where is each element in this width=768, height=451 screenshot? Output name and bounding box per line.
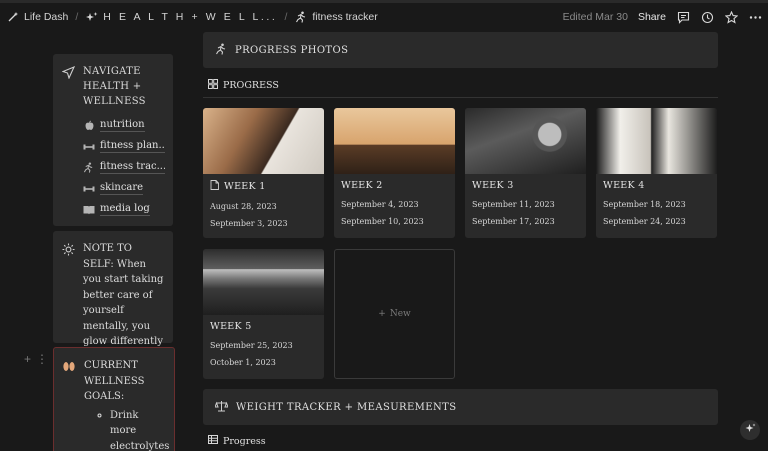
nav-item-fitness-tracker[interactable]: fitness trac...	[83, 157, 165, 178]
runner-icon	[294, 10, 308, 24]
card-start-date: September 25, 2023	[210, 341, 293, 350]
card-end-date: October 1, 2023	[210, 358, 276, 367]
card-end-date: September 10, 2023	[341, 217, 424, 226]
goal-item[interactable]: Drink more electrolytes	[110, 408, 169, 451]
add-block-icon[interactable]: +	[24, 352, 31, 366]
card-title: WEEK 3	[472, 180, 514, 191]
breadcrumb-health-label: H E A L T H + W E L L...	[103, 11, 278, 23]
nav-item-media-log[interactable]: media log	[83, 199, 165, 220]
dumbbell-icon	[83, 184, 95, 194]
note-to-self-callout: NOTE TO SELF: When you start taking bett…	[53, 231, 173, 347]
card-end-date: September 24, 2023	[603, 217, 686, 226]
comment-icon[interactable]	[676, 10, 690, 24]
progress-photos-title: PROGRESS PHOTOS	[235, 44, 349, 56]
gallery-view-tab[interactable]: PROGRESS	[208, 79, 279, 92]
sparkle-wand-icon	[6, 10, 20, 24]
weight-tracker-title: WEIGHT TRACKER + MEASUREMENTS	[236, 401, 457, 413]
nav-item-nutrition[interactable]: nutrition	[83, 115, 165, 136]
card-title: WEEK 2	[341, 180, 383, 191]
progress-photo	[334, 108, 455, 174]
nav-item-fitness-plan[interactable]: fitness plan...	[83, 136, 165, 157]
breadcrumb-health[interactable]: H E A L T H + W E L L...	[85, 10, 277, 24]
sparkles-icon	[85, 10, 99, 24]
nav-list: nutrition fitness plan... fitness trac..…	[61, 115, 165, 220]
page-icon	[210, 180, 219, 193]
card-end-date: September 17, 2023	[472, 217, 555, 226]
gallery-card-week-2[interactable]: WEEK 2 September 4, 2023 September 10, 2…	[334, 108, 455, 238]
gallery-card-week-1[interactable]: WEEK 1 August 28, 2023 September 3, 2023	[203, 108, 324, 238]
nav-item-label: fitness plan...	[100, 140, 165, 153]
card-start-date: September 18, 2023	[603, 200, 686, 209]
view-divider	[203, 97, 718, 98]
card-title: WEEK 1	[224, 181, 266, 192]
nav-item-label: fitness trac...	[99, 161, 165, 174]
workspace-name: Life Dash	[24, 11, 69, 23]
breadcrumb-fitness-tracker[interactable]: fitness tracker	[294, 10, 378, 24]
card-title: WEEK 5	[210, 321, 252, 332]
sun-icon	[61, 241, 75, 350]
progress-photo	[465, 108, 586, 174]
ai-assistant-button[interactable]	[740, 420, 760, 440]
navigate-title: NAVIGATE HEALTH + WELLNESS	[83, 66, 146, 107]
goals-list: Drink more electrolytes	[62, 408, 169, 451]
plus-icon: +	[378, 309, 386, 319]
breadcrumb-workspace[interactable]: Life Dash	[6, 10, 68, 24]
dumbbell-icon	[83, 142, 95, 152]
card-title: WEEK 4	[603, 180, 645, 191]
gallery-grid-icon	[208, 79, 218, 92]
sparkle-icon	[745, 423, 756, 437]
clock-icon[interactable]	[700, 10, 714, 24]
more-options-icon[interactable]	[748, 10, 762, 24]
card-start-date: August 28, 2023	[210, 202, 277, 211]
edited-timestamp: Edited Mar 30	[562, 11, 628, 23]
goals-title: CURRENT WELLNESS GOALS:	[84, 360, 145, 402]
nav-item-label: media log	[100, 203, 150, 216]
wellness-goals-callout: CURRENT WELLNESS GOALS: Drink more elect…	[53, 347, 175, 451]
card-end-date: September 3, 2023	[210, 219, 288, 228]
nav-item-skincare[interactable]: skincare	[83, 178, 165, 199]
share-button[interactable]: Share	[638, 11, 666, 23]
navigation-arrow-icon	[61, 64, 75, 109]
gallery-card-week-4[interactable]: WEEK 4 September 18, 2023 September 24, …	[596, 108, 717, 238]
gallery-view-label: PROGRESS	[223, 80, 279, 91]
progress-photo	[203, 108, 324, 174]
nav-item-label: skincare	[100, 182, 144, 195]
weight-tracker-heading[interactable]: WEIGHT TRACKER + MEASUREMENTS	[203, 389, 718, 425]
breadcrumb-separator: /	[75, 11, 79, 23]
footprints-icon	[62, 358, 76, 405]
star-icon[interactable]	[724, 10, 738, 24]
scale-icon	[214, 400, 229, 415]
note-text: NOTE TO SELF: When you start taking bett…	[83, 243, 164, 347]
breadcrumb-separator: /	[284, 11, 288, 23]
breadcrumb-fitness-tracker-label: fitness tracker	[312, 11, 378, 23]
navigate-callout: NAVIGATE HEALTH + WELLNESS nutrition fit…	[53, 54, 173, 226]
card-start-date: September 11, 2023	[472, 200, 555, 209]
table-view-label: Progress	[223, 435, 266, 447]
book-icon	[83, 205, 95, 215]
new-card-button[interactable]: + New	[334, 249, 455, 379]
nav-item-label: nutrition	[100, 119, 145, 132]
card-start-date: September 4, 2023	[341, 200, 419, 209]
progress-photo	[596, 108, 717, 174]
new-card-label: New	[389, 309, 411, 319]
table-view-tab[interactable]: Progress	[208, 435, 266, 447]
progress-photos-heading[interactable]: PROGRESS PHOTOS	[203, 32, 718, 68]
gallery-card-week-3[interactable]: WEEK 3 September 11, 2023 September 17, …	[465, 108, 586, 238]
runner-icon	[215, 43, 227, 58]
gallery-card-week-5[interactable]: WEEK 5 September 25, 2023 October 1, 202…	[203, 249, 324, 379]
apple-icon	[83, 120, 95, 131]
table-icon	[208, 435, 218, 447]
top-bar: Life Dash / H E A L T H + W E L L... / f…	[0, 0, 768, 34]
progress-photo	[203, 249, 324, 315]
runner-icon	[83, 162, 95, 173]
